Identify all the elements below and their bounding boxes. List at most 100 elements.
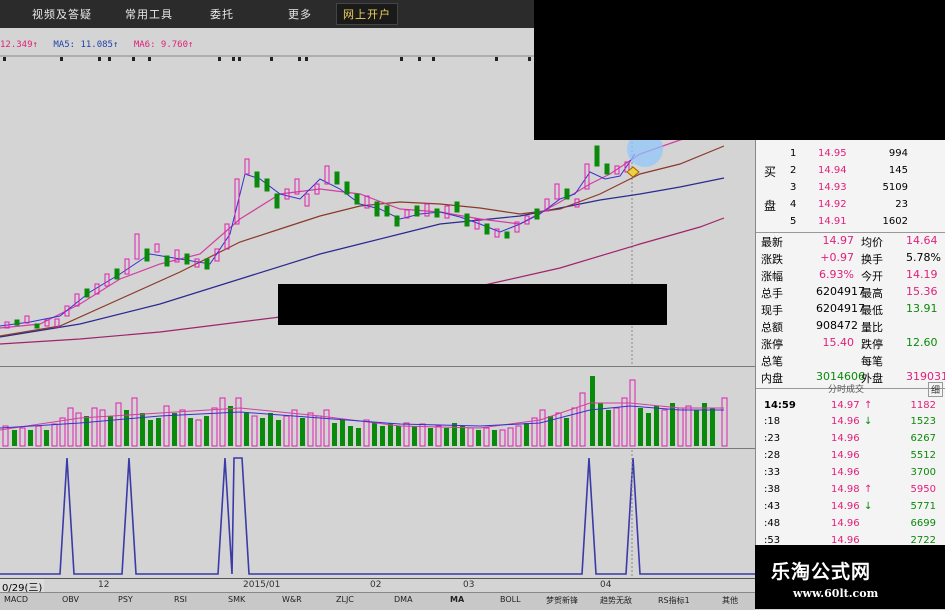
signal-indicator-chart[interactable] (0, 450, 755, 577)
tick-row: :43 14.96 ↓ 5771 (756, 501, 945, 518)
quote-label: 均价 (861, 236, 883, 249)
ma-value-3: MA6: 9.760↑ (133, 40, 194, 50)
tick-price: 14.96 (831, 518, 860, 529)
tick-down-arrow-icon: ↓ (864, 501, 873, 512)
quote-label: 量比 (861, 321, 883, 334)
quote-value: 6.93% (819, 268, 854, 281)
ticks-detail-tab[interactable]: 细 (928, 382, 944, 397)
redaction-box (278, 284, 667, 325)
tick-qty: 6699 (910, 518, 936, 529)
tick-time: :43 (764, 501, 781, 512)
tick-row: :18 14.96 ↓ 1523 (756, 416, 945, 433)
tick-price: 14.96 (831, 501, 860, 512)
menu-tools[interactable]: 常用工具 (125, 6, 173, 22)
tab-ma[interactable]: MA (450, 595, 464, 604)
tick-qty: 5950 (910, 484, 936, 495)
orderbook-row: 3 14.93 5109 (756, 182, 945, 199)
quote-label: 涨停 (761, 338, 783, 351)
quote-label: 总额 (761, 321, 783, 334)
tick-qty: 1523 (910, 416, 936, 427)
quote-row: 涨停 15.40 跌停 12.60 (756, 336, 945, 354)
tick-qty: 5512 (910, 450, 936, 461)
quote-value: 15.40 (822, 336, 855, 349)
tick-time: :23 (764, 433, 781, 444)
quote-label: 最高 (861, 287, 883, 300)
tick-time: :18 (764, 416, 781, 427)
quote-value: +0.97 (820, 251, 854, 264)
level: 1 (790, 148, 797, 159)
panel-divider (0, 366, 755, 367)
tab-wr[interactable]: W&R (282, 595, 302, 604)
quote-label: 每笔 (861, 355, 883, 368)
divider (756, 232, 945, 233)
time-label: 12 (98, 580, 110, 590)
tick-price: 14.96 (831, 416, 860, 427)
redaction-box (534, 0, 945, 140)
menu-video-qa[interactable]: 视频及答疑 (32, 6, 92, 22)
tick-row: :33 14.96 3700 (756, 467, 945, 484)
tab-dma[interactable]: DMA (394, 595, 413, 604)
tick-time: :38 (764, 484, 781, 495)
quote-value: 6204917 (816, 302, 865, 315)
volume-chart[interactable] (0, 368, 755, 448)
tick-qty: 6267 (910, 433, 936, 444)
quote-value: 5.78% (906, 251, 941, 264)
quote-label: 内盘 (761, 372, 783, 385)
ma-value-2: MA5: 11.085↑ (53, 40, 119, 50)
time-label: 03 (463, 580, 475, 590)
watermark-title: 乐淘公式网 (771, 561, 872, 583)
orderbook-row: 5 14.91 1602 (756, 216, 945, 233)
ma-value-1: 12.349↑ (0, 40, 38, 50)
quote-value: 908472 (816, 319, 858, 332)
menu-open-account[interactable]: 网上开户 (336, 3, 398, 25)
tab-smk[interactable]: SMK (228, 595, 245, 604)
bid-price: 14.94 (818, 165, 847, 176)
tab-rsi[interactable]: RSI (174, 595, 187, 604)
tick-qty: 3700 (910, 467, 936, 478)
tick-price: 14.96 (831, 433, 860, 444)
ma-indicator-line: 12.349↑ MA5: 11.085↑ MA6: 9.760↑ (0, 40, 203, 54)
tab-macd[interactable]: MACD (4, 595, 28, 604)
tick-down-arrow-icon: ↓ (864, 416, 873, 427)
buy-label-2: 盘 (764, 199, 777, 213)
tab-zljc[interactable]: ZLJC (336, 595, 354, 604)
tick-qty: 5771 (910, 501, 936, 512)
tab-rs1[interactable]: RS指标1 (658, 595, 690, 606)
quote-row: 总额 908472 量比 (756, 319, 945, 337)
tick-row: :38 14.98 ↑ 5950 (756, 484, 945, 501)
bid-volume: 145 (888, 165, 908, 176)
tick-price: 14.96 (831, 467, 860, 478)
time-label: 2015/01 (243, 580, 281, 590)
menu-delegate[interactable]: 委托 (210, 6, 234, 22)
tick-time: 14:59 (764, 400, 796, 411)
quote-row: 最新 14.97 均价 14.64 (756, 234, 945, 252)
level: 2 (790, 165, 797, 176)
tick-time: :48 (764, 518, 781, 529)
ticks-header[interactable]: 分时成交 (828, 382, 864, 395)
tab-boll[interactable]: BOLL (500, 595, 521, 604)
tab-mhxf[interactable]: 梦贺新锋 (546, 595, 578, 606)
quote-row: 涨跌 +0.97 换手 5.78% (756, 251, 945, 269)
time-label: 04 (600, 580, 612, 590)
tab-trend[interactable]: 趋势无敌 (600, 595, 632, 606)
indicator-tab-bar: MACD OBV PSY RSI SMK W&R ZLJC DMA MA BOL… (0, 592, 755, 610)
quote-value: 14.97 (822, 234, 855, 247)
quote-label: 涨幅 (761, 270, 783, 283)
tick-up-arrow-icon: ↑ (864, 400, 873, 411)
quote-value: 13.91 (906, 302, 938, 315)
tick-qty: 1182 (910, 400, 936, 411)
time-label: 02 (370, 580, 382, 590)
tab-other[interactable]: 其他 (722, 595, 738, 606)
orderbook-row: 买 2 14.94 145 (756, 165, 945, 182)
bid-volume: 994 (888, 148, 908, 159)
quote-row: 现手 6204917 最低 13.91 (756, 302, 945, 320)
quote-row: 总笔 每笔 (756, 353, 945, 371)
quote-label: 换手 (861, 253, 883, 266)
tab-psy[interactable]: PSY (118, 595, 133, 604)
tab-obv[interactable]: OBV (62, 595, 79, 604)
menu-more[interactable]: 更多 (288, 6, 312, 22)
quote-label: 最新 (761, 236, 783, 249)
quote-label: 总手 (761, 287, 783, 300)
orderbook-row: 1 14.95 994 (756, 148, 945, 165)
panel-divider (0, 448, 755, 449)
